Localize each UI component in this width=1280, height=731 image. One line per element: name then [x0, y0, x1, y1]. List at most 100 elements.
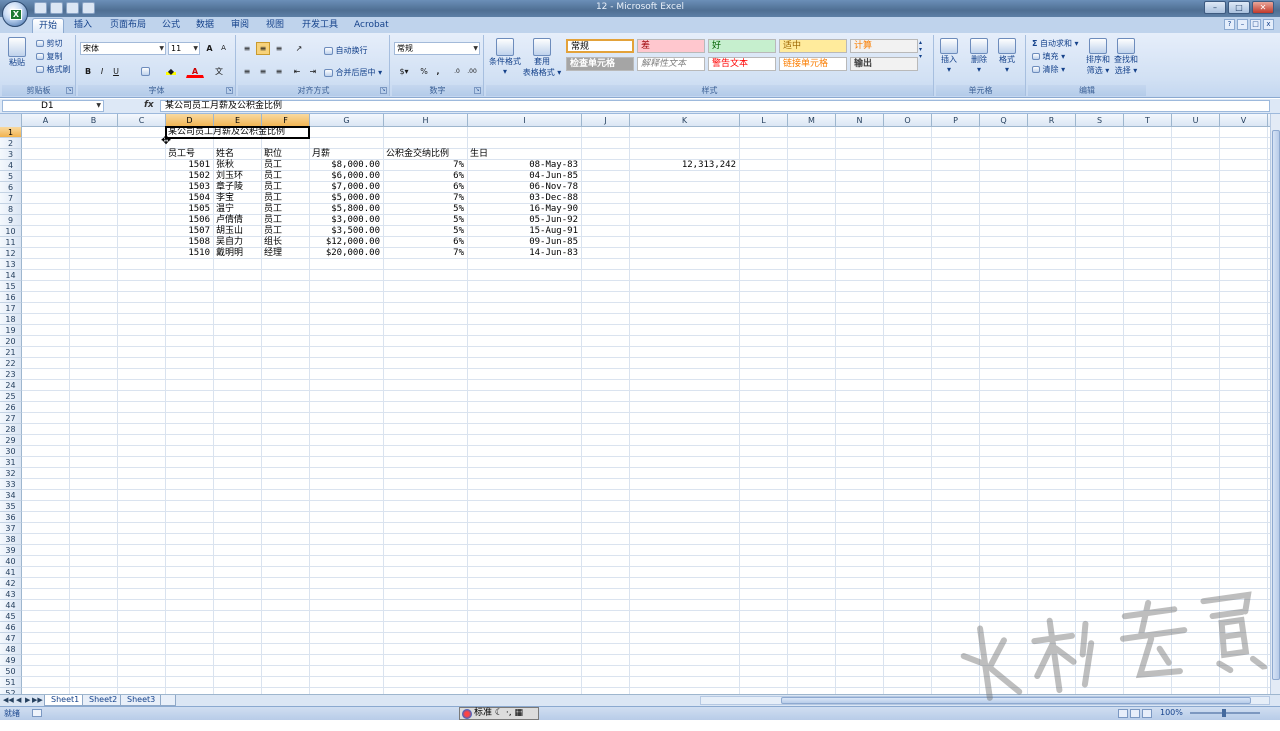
data-cell[interactable]: 员工	[264, 182, 306, 193]
data-cell[interactable]: 1508	[168, 237, 210, 248]
header-cell[interactable]: 职位	[264, 149, 306, 160]
header-cell[interactable]: 公积金交纳比例	[386, 149, 464, 160]
tab-page-layout[interactable]: 页面布局	[104, 18, 152, 33]
align-middle-icon[interactable]: ≡	[256, 42, 270, 55]
increase-indent-icon[interactable]: ⇥	[306, 65, 320, 78]
row-header-41[interactable]: 41	[0, 567, 22, 578]
tab-review[interactable]: 审阅	[225, 18, 255, 33]
data-cell[interactable]: 15-Aug-91	[470, 226, 578, 237]
cell-style-1[interactable]: 差	[637, 39, 705, 53]
merge-center-button[interactable]: 合并后居中 ▾	[324, 67, 382, 78]
column-header-p[interactable]: P	[932, 114, 980, 127]
vertical-scrollbar[interactable]	[1270, 114, 1280, 694]
data-cell[interactable]: 员工	[264, 193, 306, 204]
horizontal-scroll-thumb[interactable]	[781, 697, 1251, 704]
header-cell[interactable]: 生日	[470, 149, 578, 160]
row-header-8[interactable]: 8	[0, 204, 22, 215]
wb-restore-icon[interactable]: □	[1250, 19, 1261, 30]
copy-button[interactable]: 复制	[36, 51, 63, 62]
select-all-button[interactable]	[0, 114, 22, 127]
align-left-icon[interactable]: ≡	[240, 65, 254, 78]
column-header-h[interactable]: H	[384, 114, 468, 127]
header-cell[interactable]: 姓名	[216, 149, 258, 160]
column-header-g[interactable]: G	[310, 114, 384, 127]
font-name-select[interactable]: 宋体 ▼	[80, 42, 166, 55]
header-cell[interactable]: 月薪	[312, 149, 380, 160]
tab-insert[interactable]: 插入	[68, 18, 98, 33]
row-header-24[interactable]: 24	[0, 380, 22, 391]
cell-style-5[interactable]: 检查单元格	[566, 57, 634, 71]
font-color-button[interactable]: A	[186, 65, 204, 78]
data-cell[interactable]: 经理	[264, 248, 306, 259]
column-header-q[interactable]: Q	[980, 114, 1028, 127]
border-button[interactable]	[136, 65, 154, 78]
wb-minimize-icon[interactable]: –	[1237, 19, 1248, 30]
data-cell[interactable]: $6,000.00	[312, 171, 380, 182]
row-header-37[interactable]: 37	[0, 523, 22, 534]
next-sheet-icon[interactable]: ▶	[25, 696, 30, 704]
column-header-j[interactable]: J	[582, 114, 630, 127]
data-cell[interactable]: $5,800.00	[312, 204, 380, 215]
format-as-table-button[interactable]: 套用 表格格式 ▾	[522, 38, 562, 78]
row-header-18[interactable]: 18	[0, 314, 22, 325]
normal-view-icon[interactable]	[1118, 709, 1128, 718]
column-header-c[interactable]: C	[118, 114, 166, 127]
page-layout-view-icon[interactable]	[1130, 709, 1140, 718]
row-header-7[interactable]: 7	[0, 193, 22, 204]
row-header-1[interactable]: 1	[0, 127, 22, 138]
data-cell[interactable]: 1506	[168, 215, 210, 226]
tab-acrobat[interactable]: Acrobat	[348, 18, 395, 33]
insert-cells-button[interactable]: 插入 ▾	[940, 38, 958, 74]
row-header-15[interactable]: 15	[0, 281, 22, 292]
column-header-m[interactable]: M	[788, 114, 836, 127]
row-header-32[interactable]: 32	[0, 468, 22, 479]
data-cell[interactable]: $5,000.00	[312, 193, 380, 204]
row-header-6[interactable]: 6	[0, 182, 22, 193]
row-header-14[interactable]: 14	[0, 270, 22, 281]
row-header-22[interactable]: 22	[0, 358, 22, 369]
row-header-17[interactable]: 17	[0, 303, 22, 314]
help-icon[interactable]: ?	[1224, 19, 1235, 30]
data-cell[interactable]: 6%	[386, 182, 464, 193]
data-cell[interactable]: 1503	[168, 182, 210, 193]
grow-font-button[interactable]: A	[203, 42, 216, 55]
decrease-indent-icon[interactable]: ⇤	[290, 65, 304, 78]
currency-icon[interactable]: $▾	[394, 65, 414, 78]
row-header-44[interactable]: 44	[0, 600, 22, 611]
data-cell[interactable]: 吴自力	[216, 237, 258, 248]
row-header-13[interactable]: 13	[0, 259, 22, 270]
italic-button[interactable]: I	[96, 65, 108, 78]
font-launcher-icon[interactable]: ↘	[226, 87, 233, 94]
align-bottom-icon[interactable]: ≡	[272, 42, 286, 55]
row-header-43[interactable]: 43	[0, 589, 22, 600]
page-break-view-icon[interactable]	[1142, 709, 1152, 718]
cell-k4[interactable]: 12,313,242	[632, 160, 736, 171]
cell-style-3[interactable]: 适中	[779, 39, 847, 53]
data-cell[interactable]: $3,500.00	[312, 226, 380, 237]
data-cell[interactable]: 05-Jun-92	[470, 215, 578, 226]
column-header-t[interactable]: T	[1124, 114, 1172, 127]
column-header-n[interactable]: N	[836, 114, 884, 127]
column-header-u[interactable]: U	[1172, 114, 1220, 127]
horizontal-scrollbar[interactable]	[700, 696, 1270, 705]
data-cell[interactable]: 1502	[168, 171, 210, 182]
data-cell[interactable]: 7%	[386, 160, 464, 171]
clear-button[interactable]: 清除 ▾	[1032, 64, 1065, 75]
close-button[interactable]: ✕	[1252, 1, 1274, 14]
cut-button[interactable]: 剪切	[36, 38, 63, 49]
data-cell[interactable]: 14-Jun-83	[470, 248, 578, 259]
insert-sheet-icon[interactable]	[160, 695, 176, 706]
clipboard-launcher-icon[interactable]: ↘	[66, 87, 73, 94]
data-cell[interactable]: $3,000.00	[312, 215, 380, 226]
data-cell[interactable]: 李宝	[216, 193, 258, 204]
sheet-tab-sheet1[interactable]: Sheet1	[44, 695, 87, 706]
data-cell[interactable]: 张秋	[216, 160, 258, 171]
data-cell[interactable]: 章子陵	[216, 182, 258, 193]
column-header-a[interactable]: A	[22, 114, 70, 127]
row-header-9[interactable]: 9	[0, 215, 22, 226]
data-cell[interactable]: 6%	[386, 171, 464, 182]
data-cell[interactable]: 员工	[264, 171, 306, 182]
macro-record-icon[interactable]	[32, 709, 42, 717]
data-cell[interactable]: $12,000.00	[312, 237, 380, 248]
conditional-format-button[interactable]: 条件格式 ▾	[488, 38, 522, 76]
